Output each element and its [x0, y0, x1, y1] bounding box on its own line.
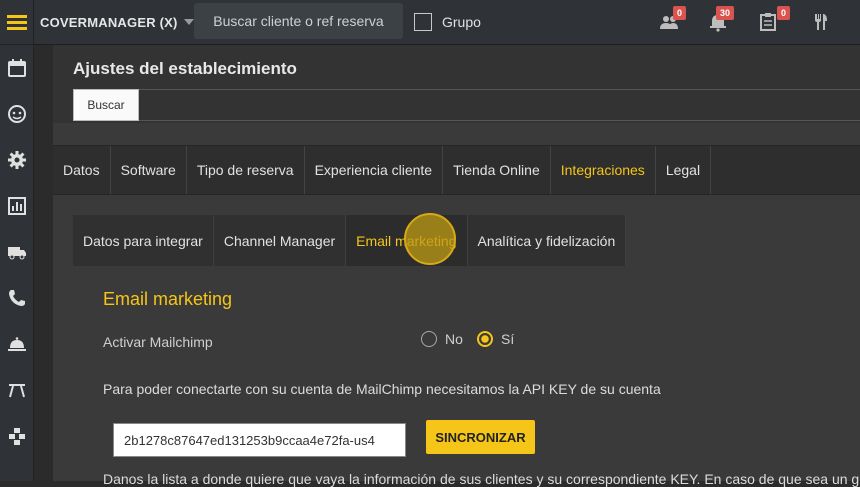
restaurant-selector[interactable]: COVERMANAGER (X) [40, 0, 194, 44]
subtab-datos-para-integrar[interactable]: Datos para integrar [73, 215, 214, 266]
sidebar-item-settings[interactable] [0, 137, 33, 183]
sidebar-item-stats[interactable] [0, 183, 33, 229]
search-input[interactable]: Buscar cliente o ref reserva [194, 3, 403, 39]
grupo-toggle[interactable]: Grupo [414, 0, 481, 44]
sidebar-item-clients[interactable] [0, 91, 33, 137]
tab-integraciones[interactable]: Integraciones [551, 146, 656, 194]
top-bar: COVERMANAGER (X) Buscar cliente o ref re… [34, 0, 860, 45]
search-placeholder: Buscar cliente o ref reserva [213, 13, 384, 29]
api-key-description: Para poder conectarte con su cuenta de M… [103, 381, 661, 397]
sidebar-item-delivery[interactable] [0, 229, 33, 275]
face-icon [7, 105, 26, 123]
settings-search-input[interactable] [139, 89, 860, 121]
notifications-button[interactable]: 30 [708, 0, 735, 44]
truck-icon [7, 247, 26, 260]
tab-tienda-online[interactable]: Tienda Online [443, 146, 551, 194]
activar-mailchimp-label: Activar Mailchimp [103, 334, 213, 350]
integration-subtabs: Datos para integrar Channel Manager Emai… [73, 215, 627, 266]
radio-no[interactable]: No [421, 331, 463, 347]
section-title: Email marketing [103, 289, 233, 309]
subtab-channel-manager[interactable]: Channel Manager [213, 215, 347, 266]
sidebar-item-integrations[interactable] [0, 413, 33, 459]
tab-software[interactable]: Software [111, 146, 187, 194]
tab-experiencia-cliente[interactable]: Experiencia cliente [305, 146, 444, 194]
bookings-badge: 0 [777, 6, 791, 20]
page-title: Ajustes del establecimiento [73, 59, 297, 78]
sidebar [0, 0, 34, 481]
chevron-down-icon [183, 19, 194, 25]
radio-si-label: Sí [501, 331, 515, 347]
radio-si[interactable]: Sí [477, 331, 514, 347]
calendar-icon [7, 59, 26, 77]
page-header: Ajustes del establecimiento Buscar [53, 45, 860, 123]
chart-icon [7, 197, 26, 215]
sidebar-item-tables[interactable] [0, 367, 33, 413]
sidebar-item-service[interactable] [0, 321, 33, 367]
subtab-analitica-fidelizacion[interactable]: Analítica y fidelización [467, 215, 627, 266]
tab-datos[interactable]: Datos [53, 146, 111, 194]
radio-no-circle[interactable] [421, 331, 437, 347]
grupo-label: Grupo [442, 14, 481, 30]
cloche-icon [7, 337, 26, 351]
api-key-input[interactable]: 2b1278c87647ed131253b9ccaa4e72fa-us4 [113, 423, 406, 457]
phone-icon [8, 290, 25, 306]
table-icon [8, 384, 25, 398]
sidebar-item-calendar[interactable] [0, 45, 33, 91]
list-description: Danos la lista a donde quiere que vaya l… [103, 471, 860, 487]
brand-name: COVERMANAGER (X) [40, 14, 178, 30]
people-button[interactable]: 0 [659, 0, 687, 44]
bookings-button[interactable]: 0 [758, 0, 791, 44]
click-indicator [404, 213, 456, 265]
sincronizar-button[interactable]: SINCRONIZAR [426, 420, 535, 454]
radio-no-label: No [445, 331, 463, 347]
menu-button[interactable] [0, 0, 33, 45]
notifications-badge: 30 [716, 6, 735, 20]
gear-icon [7, 151, 26, 169]
sidebar-item-calls[interactable] [0, 275, 33, 321]
menu-icon [6, 15, 27, 30]
restaurant-button[interactable] [810, 0, 830, 44]
people-badge: 0 [673, 6, 687, 20]
settings-tabs: Datos Software Tipo de reserva Experienc… [53, 145, 860, 195]
main-content: Ajustes del establecimiento Buscar Datos… [53, 45, 860, 487]
clipboard-icon [760, 13, 776, 31]
network-icon [8, 428, 25, 445]
buscar-button[interactable]: Buscar [73, 89, 139, 121]
cutlery-icon [815, 14, 827, 30]
radio-si-circle[interactable] [477, 331, 493, 347]
tab-legal[interactable]: Legal [656, 146, 712, 194]
grupo-checkbox[interactable] [414, 13, 432, 31]
tab-tipo-de-reserva[interactable]: Tipo de reserva [187, 146, 305, 194]
